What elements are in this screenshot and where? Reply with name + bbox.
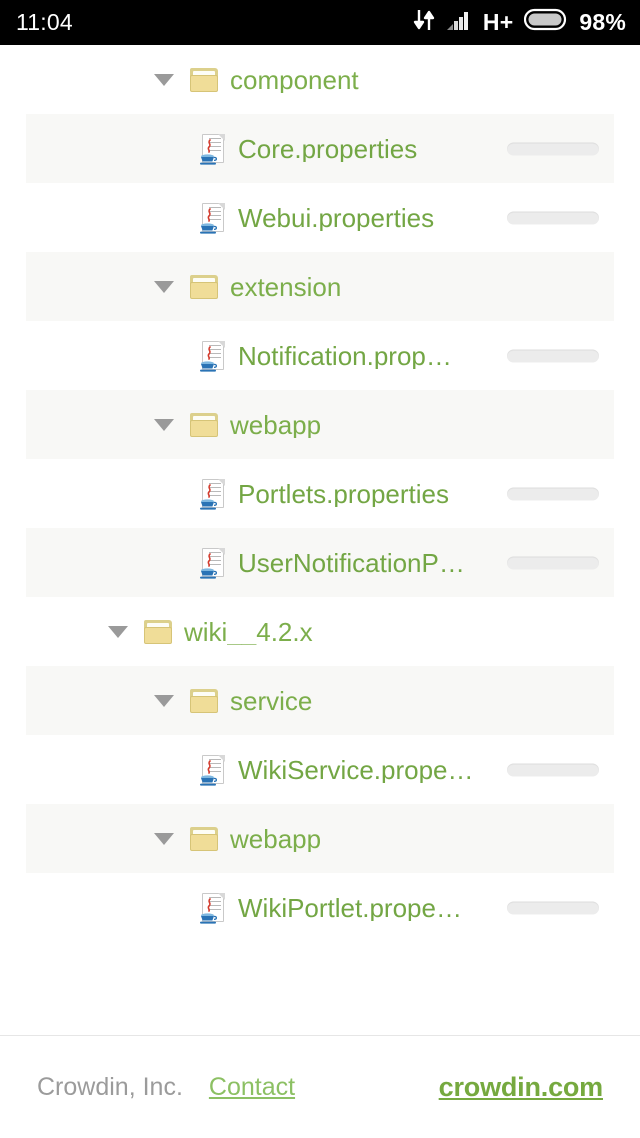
translation-progress-bar xyxy=(507,349,599,362)
file-name-label: Notification.prop… xyxy=(238,342,452,369)
signal-bars-icon xyxy=(446,9,472,37)
tree-row-file[interactable]: Core.properties xyxy=(26,114,614,183)
status-clock: 11:04 xyxy=(16,9,73,35)
footer-company-label: Crowdin, Inc. xyxy=(37,1072,183,1101)
folder-icon xyxy=(144,619,172,644)
caret-down-icon[interactable] xyxy=(108,625,128,638)
battery-icon xyxy=(524,8,568,37)
java-properties-file-icon xyxy=(200,892,226,924)
tree-row-file[interactable]: Portlets.properties xyxy=(26,459,614,528)
tree-row-file[interactable]: Webui.properties xyxy=(26,183,614,252)
tree-row-folder[interactable]: service xyxy=(26,666,614,735)
folder-icon xyxy=(190,412,218,437)
caret-down-icon[interactable] xyxy=(154,694,174,707)
java-properties-file-icon xyxy=(200,340,226,372)
data-transfer-icon xyxy=(413,8,435,38)
footer-domain-link[interactable]: crowdin.com xyxy=(439,1072,604,1103)
java-properties-file-icon xyxy=(200,478,226,510)
java-properties-file-icon xyxy=(200,754,226,786)
folder-name-label: webapp xyxy=(230,411,322,438)
java-properties-file-icon xyxy=(200,133,226,165)
file-name-label: Portlets.properties xyxy=(238,480,449,507)
file-name-label: WikiPortlet.prope… xyxy=(238,894,462,921)
tree-row-folder[interactable]: component xyxy=(26,45,614,114)
translation-progress-bar xyxy=(507,763,599,776)
java-properties-file-icon xyxy=(200,547,226,579)
tree-row-folder[interactable]: wiki__4.2.x xyxy=(26,597,614,666)
folder-icon xyxy=(190,688,218,713)
translation-progress-bar xyxy=(507,487,599,500)
caret-down-icon[interactable] xyxy=(154,832,174,845)
status-tray: H+ 98% xyxy=(413,8,626,38)
translation-progress-bar xyxy=(507,556,599,569)
folder-name-label: extension xyxy=(230,273,342,300)
caret-down-icon[interactable] xyxy=(154,280,174,293)
file-name-label: WikiService.prope… xyxy=(238,756,474,783)
caret-down-icon[interactable] xyxy=(154,418,174,431)
folder-icon xyxy=(190,274,218,299)
folder-name-label: wiki__4.2.x xyxy=(184,618,313,645)
footer-contact-link[interactable]: Contact xyxy=(209,1073,295,1102)
file-tree[interactable]: component Core.properties Webui.properties… xyxy=(0,45,640,1035)
tree-row-file[interactable]: WikiPortlet.prope… xyxy=(26,873,614,942)
folder-name-label: component xyxy=(230,66,359,93)
folder-icon xyxy=(190,826,218,851)
java-properties-file-icon xyxy=(200,202,226,234)
network-type-label: H+ xyxy=(482,9,514,35)
tree-row-folder[interactable]: webapp xyxy=(26,390,614,459)
tree-row-folder[interactable]: extension xyxy=(26,252,614,321)
file-name-label: Webui.properties xyxy=(238,204,435,231)
page-footer: Crowdin, Inc. Contact crowdin.com xyxy=(0,1035,640,1138)
folder-icon xyxy=(190,67,218,92)
tree-row-file[interactable]: WikiService.prope… xyxy=(26,735,614,804)
tree-row-file[interactable]: UserNotificationP… xyxy=(26,528,614,597)
caret-down-icon[interactable] xyxy=(154,73,174,86)
translation-progress-bar xyxy=(507,211,599,224)
file-name-label: UserNotificationP… xyxy=(238,549,465,576)
battery-percent-label: 98% xyxy=(579,9,626,35)
translation-progress-bar xyxy=(507,901,599,914)
tree-row-folder[interactable]: webapp xyxy=(26,804,614,873)
tree-row-file[interactable]: Notification.prop… xyxy=(26,321,614,390)
folder-name-label: service xyxy=(230,687,313,714)
translation-progress-bar xyxy=(507,142,599,155)
folder-name-label: webapp xyxy=(230,825,322,852)
file-name-label: Core.properties xyxy=(238,135,418,162)
status-bar: 11:04 H+ 98% xyxy=(0,0,640,45)
